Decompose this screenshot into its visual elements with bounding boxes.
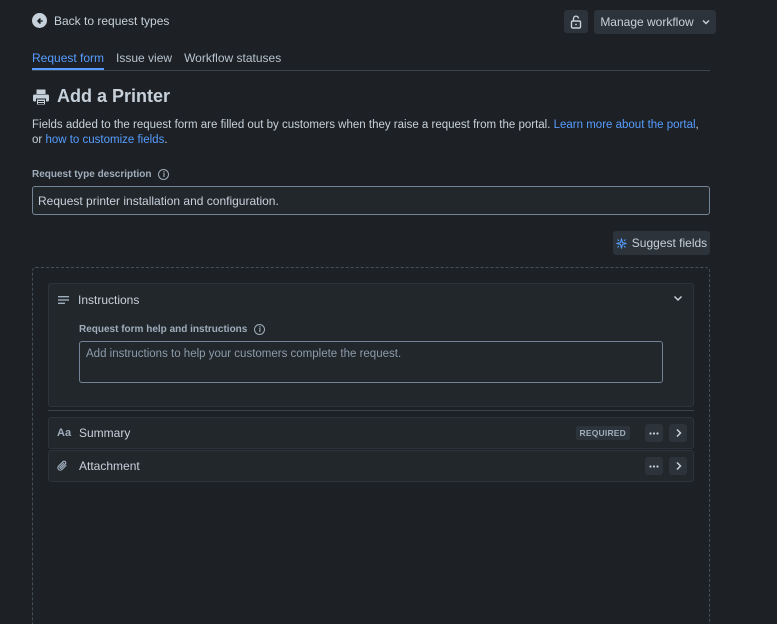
request-type-description-label: Request type description i [32,169,170,180]
chevron-right-icon [675,461,682,471]
tab-workflow-statuses[interactable]: Workflow statuses [184,51,281,70]
chevron-right-icon [675,428,682,438]
open-field-button[interactable] [669,424,687,442]
tab-bar: Request form Issue view Workflow statuse… [32,51,710,71]
learn-more-link[interactable]: Learn more about the portal [554,119,696,131]
field-label: Attachment [79,459,140,473]
arrow-left-icon [32,13,47,28]
section-divider [48,410,694,411]
field-row-summary[interactable]: Aa Summary REQUIRED [48,417,694,449]
tab-issue-view[interactable]: Issue view [116,51,172,70]
lock-button[interactable] [564,10,588,33]
instructions-textarea[interactable]: Add instructions to help your customers … [79,341,663,383]
chevron-down-icon [702,20,710,25]
instructions-label: Request form help and instructions i [79,324,266,335]
customize-fields-link[interactable]: how to customize fields [45,134,164,146]
back-link-label: Back to request types [54,13,170,28]
more-options-button[interactable] [645,424,663,442]
text-field-icon: Aa [57,427,72,439]
manage-workflow-label: Manage workflow [600,15,694,29]
field-row-attachment[interactable]: Attachment [48,450,694,482]
required-badge: REQUIRED [575,426,630,440]
back-to-request-types-link[interactable]: Back to request types [32,13,169,28]
printer-icon [33,89,49,105]
page-heading: Add a Printer [32,86,170,107]
field-label: Summary [79,426,131,440]
paperclip-icon [57,460,71,472]
open-field-button[interactable] [669,457,687,475]
manage-workflow-button[interactable]: Manage workflow [594,10,716,34]
info-icon[interactable]: i [158,169,170,180]
instructions-header[interactable]: Instructions [58,293,139,307]
text-lines-icon [58,296,69,304]
page-description: Fields added to the request form are fil… [32,119,699,146]
request-type-description-input[interactable]: Request printer installation and configu… [32,186,710,215]
unlock-icon [570,14,582,29]
tab-request-form[interactable]: Request form [32,51,105,70]
more-options-button[interactable] [645,457,663,475]
collapse-instructions-button[interactable] [672,292,684,307]
suggest-fields-label: Suggest fields [631,236,708,250]
chevron-down-icon [673,295,683,302]
instructions-title: Instructions [78,293,140,307]
more-icon [649,431,659,435]
info-icon[interactable]: i [254,324,266,335]
suggest-fields-button[interactable]: Suggest fields [613,231,710,255]
sparkle-icon [616,237,627,249]
more-icon [649,464,659,468]
page-title: Add a Printer [57,86,171,106]
